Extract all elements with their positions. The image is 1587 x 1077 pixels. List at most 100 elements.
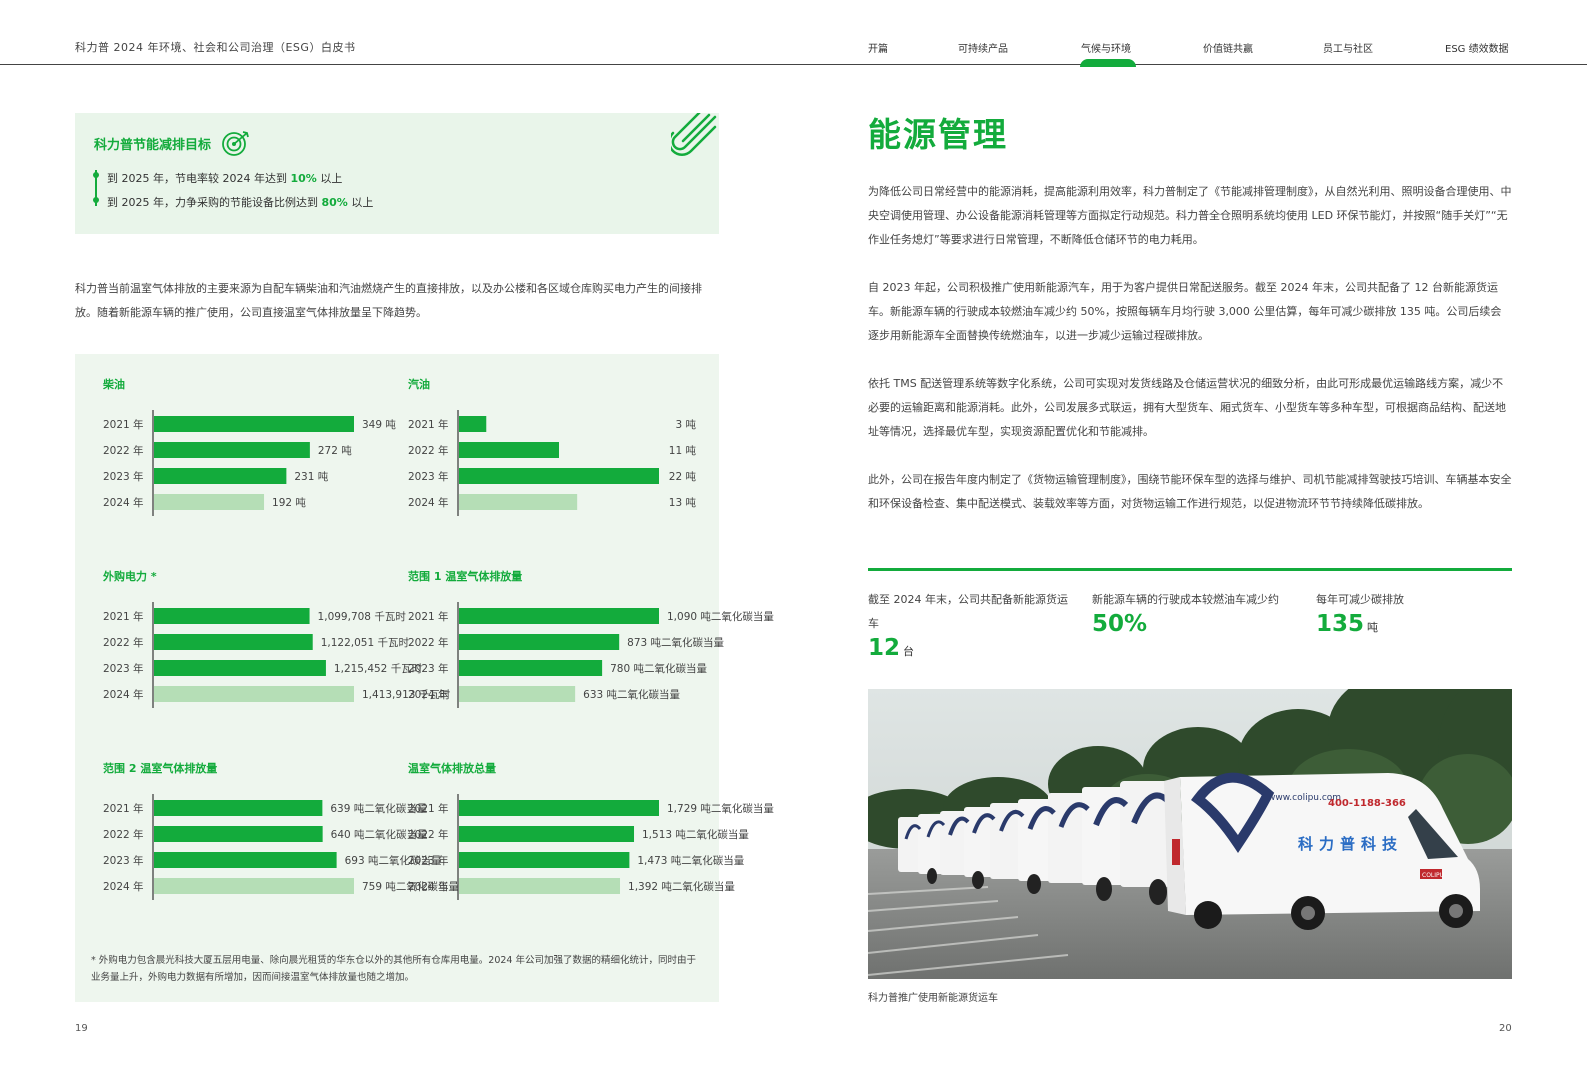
stat-cost-reduction: 新能源车辆的行驶成本较燃油车减少约 50% [1092,588,1302,640]
chart-value-label: 349 吨 [362,418,396,431]
chart-category-label: 2022 年 [103,636,144,649]
chart-category-label: 2021 年 [103,610,144,623]
chart-category-label: 2023 年 [408,854,449,867]
chart-category-label: 2021 年 [103,418,144,431]
chart-category-label: 2023 年 [408,662,449,675]
chart-category-label: 2024 年 [408,880,449,893]
chart-category-label: 2024 年 [103,496,144,509]
target-title: 科力普节能减排目标 [94,138,212,153]
chart-bar [459,800,659,816]
stat-value: 50% [1092,611,1148,637]
chart-bar [154,634,313,650]
chart-category-label: 2021 年 [408,802,449,815]
chart-footnote: * 外购电力包含晨光科技大厦五层用电量、除向晨光租赁的华东仓以外的其他所有仓库用… [91,955,696,983]
emissions-chart-panel: 柴油 2021 年 349 吨 2022 年 272 吨 2023 年 231 吨 2024… [75,354,774,1002]
nav-item-climate-environment[interactable]: 气候与环境 [1081,40,1131,55]
chart-value-label: 873 吨二氧化碳当量 [627,636,724,649]
stat-label: 每年可减少碳排放 [1316,593,1404,606]
chart-category-label: 2022 年 [408,828,449,841]
stat-label: 截至 2024 年末，公司共配备新能源货运车 [868,593,1068,630]
chart-value-label: 3 吨 [675,418,696,431]
chart-bar [154,494,265,510]
chart-bar [459,494,578,510]
chart-bar [459,416,487,432]
chart-bar [154,878,354,894]
chart-value-label: 1,392 吨二氧化碳当量 [628,880,735,893]
van-fleet-photo: www.colipu.com 400-1188-366 科力普科技 COLIPU [868,689,1512,979]
nav-item-opening[interactable]: 开篇 [868,40,888,55]
stat-vehicle-count: 截至 2024 年末，公司共配备新能源货运车 12 台 [868,588,1073,664]
chart-bar [459,634,620,650]
chart-title: 汽油 [408,378,430,391]
chart-bar [459,442,559,458]
chart-value-label: 633 吨二氧化碳当量 [583,688,680,701]
stat-value: 12 [868,635,901,661]
nav-item-esg-data[interactable]: ESG 绩效数据 [1445,40,1509,55]
nav-item-employees-community[interactable]: 员工与社区 [1323,40,1373,55]
chart-bar [459,660,603,676]
paragraph-transport-policy: 此外，公司在报告年度内制定了《货物运输管理制度》，围绕节能环保车型的选择与维护、… [868,473,1512,510]
chart-svg: 2021 年 1,099,708 千瓦时2022 年 1,122,051 千瓦时20… [103,602,451,708]
chart-bar [459,826,635,842]
ghg-intro-paragraph: 科力普当前温室气体排放的主要来源为自配车辆柴油和汽油燃烧产生的直接排放，以及办公… [75,282,702,319]
chart-value-label: 1,473 吨二氧化碳当量 [637,854,744,867]
paragraph-new-energy-vehicles: 自 2023 年起，公司积极推广使用新能源汽车，用于为客户提供日常配送服务。截至… [868,281,1502,342]
chart-bar [459,686,576,702]
chart-category-label: 2023 年 [103,854,144,867]
chart-category-label: 2024 年 [103,688,144,701]
van-badge-text: COLIPU [1422,872,1444,879]
chart-title: 温室气体排放总量 [408,762,496,775]
chart-value-label: 22 吨 [669,470,697,483]
stat-unit: 吨 [1367,621,1379,634]
chart-title: 范围 1 温室气体排放量 [408,570,523,583]
chart-category-label: 2023 年 [103,662,144,675]
stats-divider [868,568,1512,571]
chart-bar [154,608,310,624]
chart-value-label: 1,090 吨二氧化碳当量 [667,610,774,623]
chart-category-label: 2022 年 [408,636,449,649]
chart-title: 外购电力 * [103,570,157,583]
chart-svg: 2021 年 1,090 吨二氧化碳当量 2022 年 873 吨二氧化碳当量 2023… [408,602,774,708]
chart-category-label: 2022 年 [103,444,144,457]
chart-value-label: 1,122,051 千瓦时 [321,637,410,649]
chart-bar [459,852,630,868]
chart-title: 范围 2 温室气体排放量 [103,762,218,775]
page-number-left: 19 [75,1023,88,1034]
chart-bar [154,442,310,458]
chart-value-label: 1,099,708 千瓦时 [318,611,407,623]
target-bullet [93,197,99,203]
van-brand-text: 科力普科技 [1298,835,1403,853]
van-phone-text: 400-1188-366 [1328,798,1406,809]
chart-bar [154,826,323,842]
van-fleet-illustration: www.colipu.com 400-1188-366 科力普科技 COLIPU [868,689,1512,979]
chart-svg: 2021 年 3 吨 2022 年 11 吨 2023 年 22 吨 2024 年 13 吨 [408,410,697,516]
stat-carbon-reduction: 每年可减少碳排放 135 吨 [1316,588,1516,640]
stat-label: 新能源车辆的行驶成本较燃油车减少约 [1092,593,1279,606]
chart-svg: 2021 年 1,729 吨二氧化碳当量 2022 年 1,513 吨二氧化碳当量 20… [408,794,774,900]
chart-category-label: 2021 年 [408,418,449,431]
chart-value-label: 272 吨 [318,444,352,457]
chart-value-label: 1,729 吨二氧化碳当量 [667,802,774,815]
leaf-clip-icon [671,113,717,156]
active-tab-indicator [1080,59,1136,67]
chart-bar [154,468,287,484]
chart-bar [154,852,337,868]
photo-caption: 科力普推广使用新能源货运车 [868,993,998,1004]
chart-category-label: 2023 年 [103,470,144,483]
chart-value-label: 13 吨 [669,496,697,509]
chart-category-label: 2022 年 [408,444,449,457]
chart-bar [154,660,326,676]
stat-unit: 台 [903,645,915,658]
chart-category-label: 2024 年 [408,688,449,701]
chart-svg: 2021 年 639 吨二氧化碳当量2022 年 640 吨二氧化碳当量2023 年… [103,794,459,900]
chart-category-label: 2024 年 [103,880,144,893]
paragraph-tms-system: 依托 TMS 配送管理系统等数字化系统，公司可实现对发货线路及仓储运营状况的细致… [868,377,1506,438]
chart-bar [154,416,354,432]
chart-bar [459,468,659,484]
chart-category-label: 2021 年 [408,610,449,623]
chart-bar [154,800,323,816]
target-item-1: 到 2025 年，节电率较 2024 年达到 10% 以上 [107,172,343,185]
nav-item-value-chain[interactable]: 价值链共赢 [1203,40,1253,55]
stat-value: 135 [1316,611,1365,637]
nav-item-sustainable-products[interactable]: 可持续产品 [958,40,1008,55]
